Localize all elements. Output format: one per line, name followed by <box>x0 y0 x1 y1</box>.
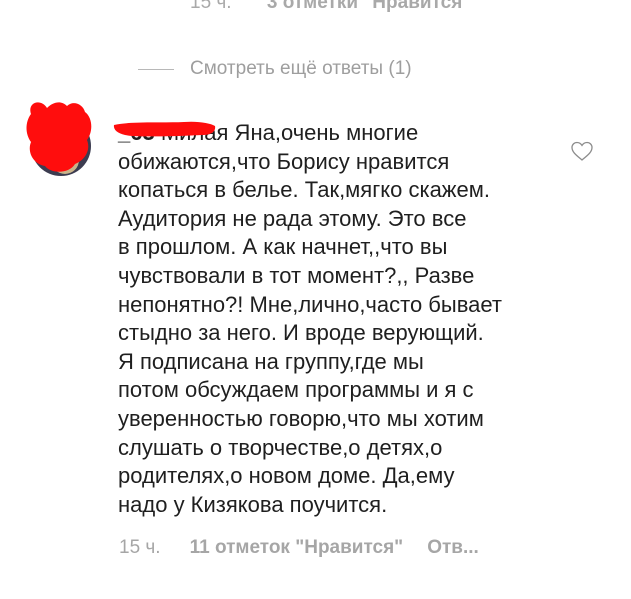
divider-line <box>138 68 174 70</box>
comment-meta: 15 ч. 11 отметок "Нравится" Отв... <box>119 537 479 559</box>
comment-text-line: непонятно?! Мне,лично,часто бывает <box>118 291 502 317</box>
comment-text-line: слушать о творчестве,о детях,о <box>118 434 443 460</box>
comment-text-line: копаться в белье. Так,мягко скажем. <box>118 177 490 203</box>
comment-text-line: родителях,о новом доме. Да,ему <box>118 463 455 489</box>
comment-text-line: надо у Кизякова поучится. <box>118 491 388 517</box>
previous-comment-meta: 15 ч. 3 отметки "Нравится" <box>190 0 471 14</box>
comment-text-line: потом обсуждаем программы и я с <box>118 377 474 403</box>
view-more-replies-button[interactable]: Смотреть ещё ответы (1) <box>138 58 412 80</box>
username-redaction <box>113 121 216 137</box>
previous-comment-time: 15 ч. <box>190 0 232 13</box>
comment-text-line: Я подписана на группу,где мы <box>118 348 424 374</box>
comment-likes-link[interactable]: 11 отметок "Нравится" <box>190 537 404 559</box>
previous-comment-likes[interactable]: 3 отметки "Нравится" <box>267 0 471 13</box>
comment-time: 15 ч. <box>119 537 161 558</box>
comment-text-line: обижаются,что Борису нравится <box>118 148 450 174</box>
heart-outline-icon[interactable] <box>570 140 594 162</box>
comment-text-line: в прошлом. А как начнет,,что вы <box>118 234 448 260</box>
reply-button[interactable]: Отв... <box>427 537 479 559</box>
comment-text-line: чувствовали в тот момент?,, Разве <box>118 262 475 288</box>
comment-text-line: Аудитория не рада этому. Это все <box>118 205 467 231</box>
avatar[interactable] <box>25 100 95 180</box>
comment-text-line: стыдно за него. И вроде верующий. <box>118 320 484 346</box>
comment-text-line: уверенностью говорю,что мы хотим <box>118 405 484 431</box>
view-more-replies-label: Смотреть ещё ответы (1) <box>190 58 412 79</box>
comment-body: _63 Милая Яна,очень многие обижаются,что… <box>118 119 558 519</box>
